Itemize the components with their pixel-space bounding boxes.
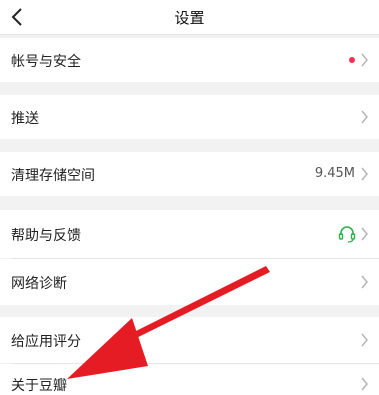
chevron-right-icon xyxy=(361,110,368,124)
nav-bar: 设置 xyxy=(0,0,379,35)
chevron-right-icon xyxy=(361,275,368,289)
settings-item-label: 推送 xyxy=(11,111,39,127)
settings-item-label: 清理存储空间 xyxy=(11,168,95,184)
settings-item-rate-app[interactable]: 给应用评分 xyxy=(0,317,379,363)
notification-dot xyxy=(349,57,355,63)
settings-item-label: 给应用评分 xyxy=(11,334,81,350)
settings-item-label: 关于豆瓣 xyxy=(11,378,67,394)
chevron-right-icon xyxy=(361,167,368,181)
settings-item-label: 帐号与安全 xyxy=(11,54,81,70)
storage-size-value: 9.45M xyxy=(314,166,355,181)
settings-item-help-feedback[interactable]: 帮助与反馈 xyxy=(0,210,379,258)
settings-item-about[interactable]: 关于豆瓣 xyxy=(0,364,379,395)
settings-item-label: 帮助与反馈 xyxy=(11,228,81,244)
settings-item-network-diagnosis[interactable]: 网络诊断 xyxy=(0,259,379,305)
headset-icon xyxy=(338,226,356,243)
settings-item-clear-storage[interactable]: 清理存储空间 9.45M xyxy=(0,152,379,196)
page-title: 设置 xyxy=(174,9,205,27)
chevron-right-icon xyxy=(361,227,368,241)
settings-item-label: 网络诊断 xyxy=(11,276,67,292)
chevron-right-icon xyxy=(361,53,368,67)
settings-item-push[interactable]: 推送 xyxy=(0,95,379,139)
settings-item-account-security[interactable]: 帐号与安全 xyxy=(0,38,379,82)
chevron-right-icon xyxy=(361,333,368,347)
chevron-right-icon xyxy=(361,377,368,391)
